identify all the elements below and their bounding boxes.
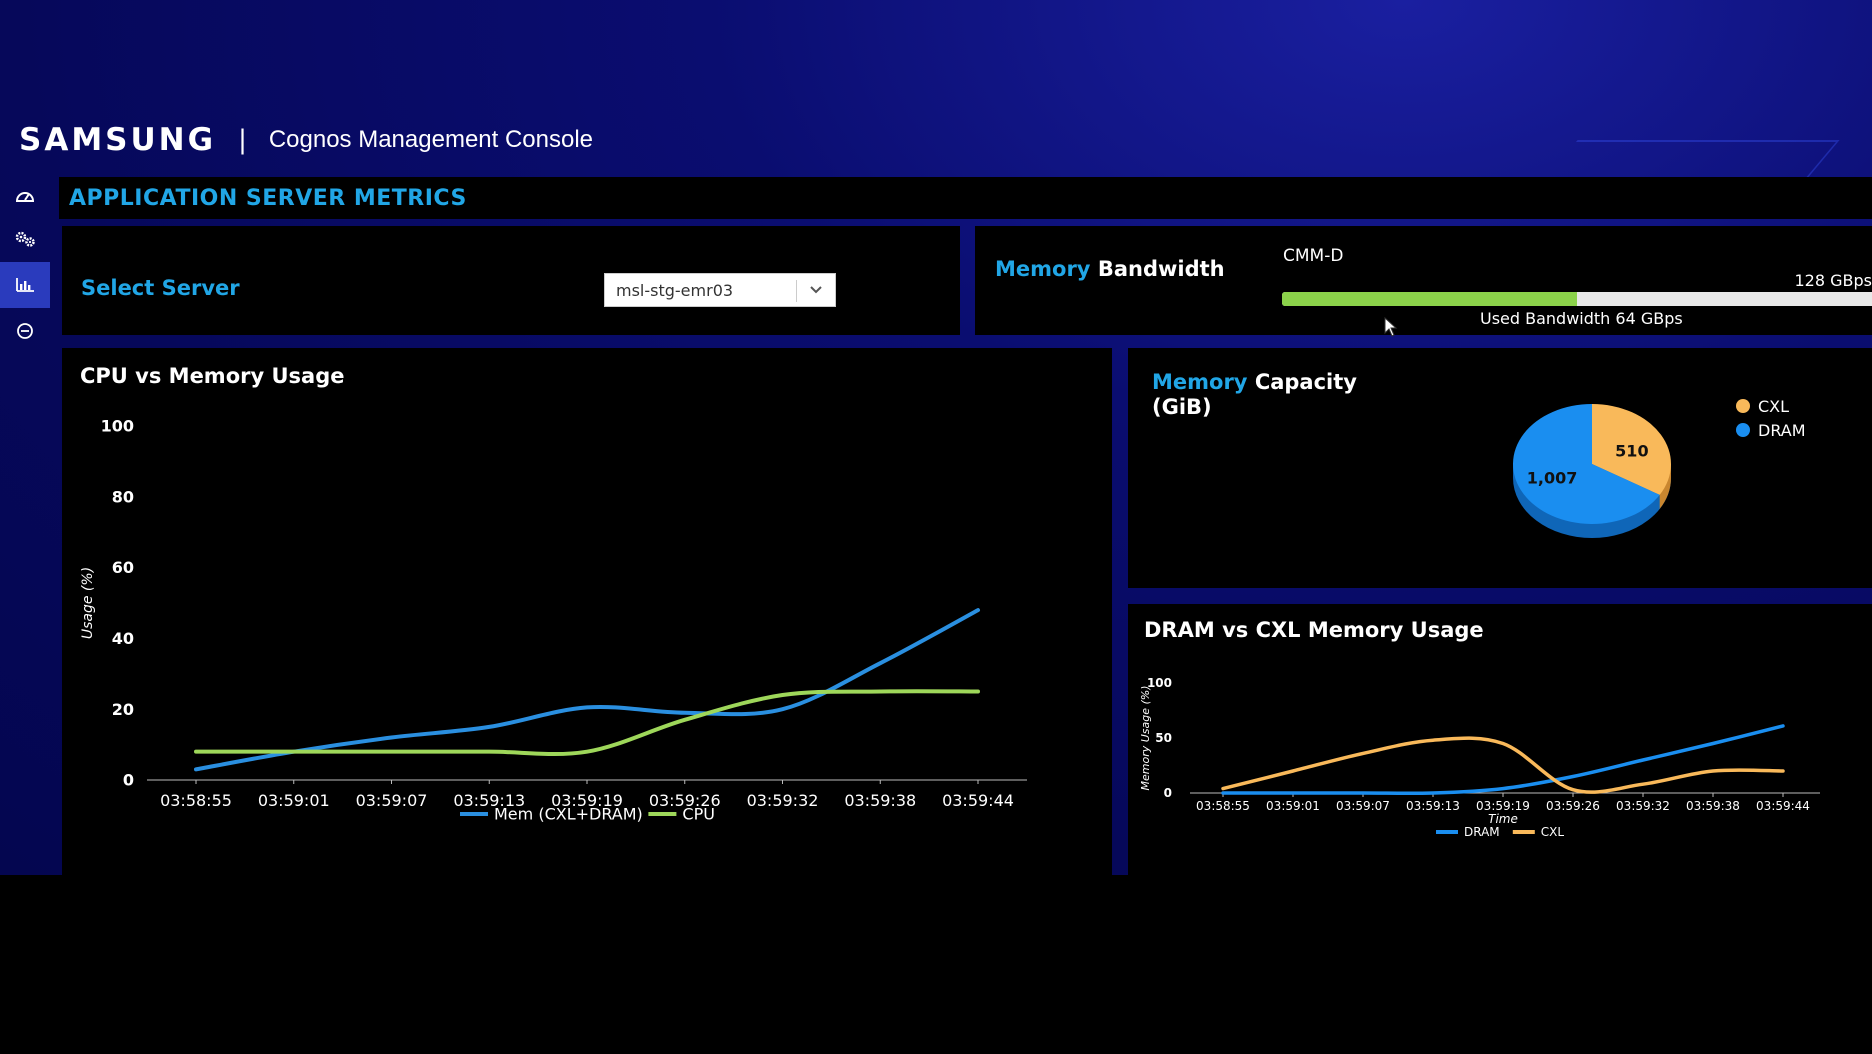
cpu-memory-chart: 0 20 40 60 80 100 03:58:55 03:59:01 03:59:07 03:5… [80,417,1027,824]
pie-label-cxl: 510 [1615,442,1648,461]
sidebar-item-metrics[interactable] [0,262,50,308]
sidebar-item-other[interactable] [0,308,50,354]
minus-circle-icon [17,323,33,339]
cpu-vs-memory-panel: CPU vs Memory Usage 0 20 40 60 80 100 03:58:55… [62,348,1112,875]
select-server-panel: Select Server msl-stg-emr03 [62,226,960,335]
select-server-label: Select Server [81,276,240,300]
legend-label: CXL [1541,825,1565,839]
x-tick-label: 03:59:32 [747,791,819,810]
header-separator: | [238,125,247,155]
console-title: Cognos Management Console [268,126,594,153]
y-tick-label: 50 [1155,731,1172,745]
x-tick-label: 03:59:13 [1406,799,1460,813]
gears-icon [15,231,35,247]
series-line-dram [1221,724,1785,796]
x-tick-label: 03:59:07 [356,791,428,810]
page-title-bar: APPLICATION SERVER METRICS [59,177,1872,219]
y-axis-label: Memory Usage (%) [1139,685,1152,790]
dram-cxl-chart: 05010003:58:55 03:59:01 03:59:07 03:59:13 03… [1139,676,1820,839]
chevron-down-icon[interactable] [807,281,825,299]
mouse-cursor-icon [1384,317,1398,337]
bar-chart-icon [16,278,34,292]
sidebar-item-settings[interactable] [0,216,50,262]
y-tick-label: 60 [112,558,134,577]
gauge-icon [15,192,35,202]
legend-label: CPU [682,805,715,824]
y-tick-label: 0 [1164,786,1172,800]
x-tick-label: 03:59:44 [942,791,1014,810]
legend-dot-cxl [1736,399,1750,413]
legend-label: Mem (CXL+DRAM) [494,805,643,824]
page-title: APPLICATION SERVER METRICS [69,185,467,211]
legend-label: DRAM [1464,825,1500,839]
bandwidth-progress-bar [1282,292,1872,306]
memory-capacity-panel: Memory Capacity (GiB) 510 1,007 CXL DRAM [1128,348,1872,588]
memory-bandwidth-panel: Memory Bandwidth CMM-D 128 GBps Used Ban… [975,226,1872,335]
bandwidth-max-label: 128 GBps [1794,271,1872,290]
x-tick-label: 03:59:01 [1266,799,1320,813]
x-tick-label: 03:59:19 [1476,799,1530,813]
legend-label-dram: DRAM [1758,421,1806,440]
memory-capacity-pie-chart: 510 1,007 CXL DRAM [1513,397,1806,538]
x-tick-label: 03:59:01 [258,791,330,810]
series-line-cpu [194,689,980,757]
y-tick-label: 100 [101,417,134,436]
y-tick-label: 0 [123,771,134,790]
y-tick-label: 40 [112,629,134,648]
x-axis-label: Time [1488,812,1518,826]
x-tick-label: 03:59:32 [1616,799,1670,813]
legend-label-cxl: CXL [1758,397,1789,416]
pie-label-dram: 1,007 [1527,468,1578,487]
sidebar-item-dashboard[interactable] [0,176,50,216]
server-dropdown[interactable]: msl-stg-emr03 [604,273,836,307]
bandwidth-device-label: CMM-D [1283,246,1344,266]
x-tick-label: 03:58:55 [1196,799,1250,813]
x-tick-label: 03:59:38 [844,791,916,810]
x-tick-label: 03:59:07 [1336,799,1390,813]
legend-dot-dram [1736,423,1750,437]
y-tick-label: 80 [112,487,134,506]
app-header: SAMSUNG | Cognos Management Console [0,118,1872,162]
y-tick-label: 20 [112,700,134,719]
x-tick-label: 03:59:38 [1686,799,1740,813]
x-tick-label: 03:58:55 [160,791,232,810]
bandwidth-title-highlight: Memory [995,257,1091,281]
bandwidth-progress-fill [1282,292,1577,306]
dram-vs-cxl-panel: DRAM vs CXL Memory Usage 0 50 100 03:58:55 0… [1128,604,1872,875]
dropdown-divider [796,280,797,302]
memory-bandwidth-title: Memory Bandwidth [995,257,1225,281]
bandwidth-used-label: Used Bandwidth 64 GBps [1480,309,1683,328]
x-tick-label: 03:59:26 [1546,799,1600,813]
x-tick-label: 03:59:44 [1756,799,1810,813]
sidebar [0,176,50,876]
y-axis-label: Usage (%) [80,567,96,639]
samsung-logo: SAMSUNG [19,122,217,158]
bandwidth-title-rest: Bandwidth [1097,257,1225,281]
server-dropdown-value: msl-stg-emr03 [616,281,734,300]
